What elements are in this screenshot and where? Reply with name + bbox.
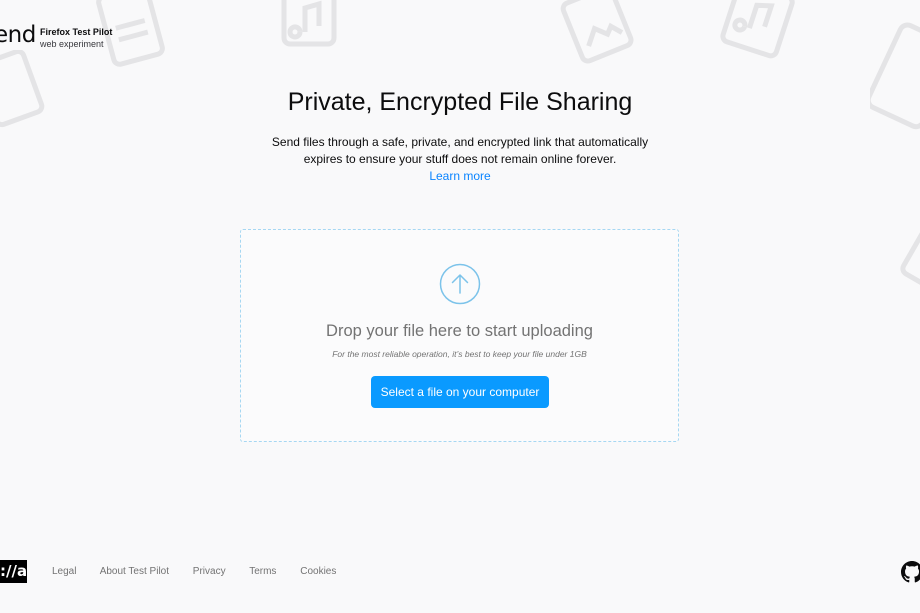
- footer-link-about-test-pilot[interactable]: About Test Pilot: [100, 566, 169, 577]
- drop-title: Drop your file here to start uploading: [326, 322, 593, 340]
- music-file-icon: [281, 0, 337, 47]
- image-file-icon: [560, 0, 634, 64]
- upload-dropzone[interactable]: Drop your file here to start uploading F…: [240, 229, 679, 442]
- music-file-icon: [720, 0, 795, 59]
- send-logo[interactable]: end: [0, 22, 36, 48]
- footer-link-terms[interactable]: Terms: [249, 566, 276, 577]
- mozilla-logo[interactable]: ://a: [0, 560, 27, 583]
- footer-link-legal[interactable]: Legal: [52, 566, 76, 577]
- test-pilot-badge[interactable]: Firefox Test Pilot web experiment: [40, 26, 112, 50]
- select-file-button[interactable]: Select a file on your computer: [371, 376, 549, 408]
- document-file-icon: [870, 22, 920, 130]
- pilot-title: Firefox Test Pilot: [40, 27, 113, 37]
- footer-link-privacy[interactable]: Privacy: [193, 566, 226, 577]
- footer-link-cookies[interactable]: Cookies: [300, 566, 336, 577]
- github-icon[interactable]: [901, 561, 920, 583]
- page-description: Send files through a safe, private, and …: [271, 135, 649, 166]
- document-file-icon: [900, 230, 920, 290]
- pilot-subtitle: web experiment: [40, 39, 104, 49]
- learn-more-link[interactable]: Learn more: [0, 169, 920, 183]
- page-title: Private, Encrypted File Sharing: [287, 88, 633, 116]
- upload-arrow-icon: [439, 263, 481, 305]
- drop-size-note: For the most reliable operation, it’s be…: [332, 349, 587, 359]
- footer-links: Legal About Test Pilot Privacy Terms Coo…: [52, 566, 357, 577]
